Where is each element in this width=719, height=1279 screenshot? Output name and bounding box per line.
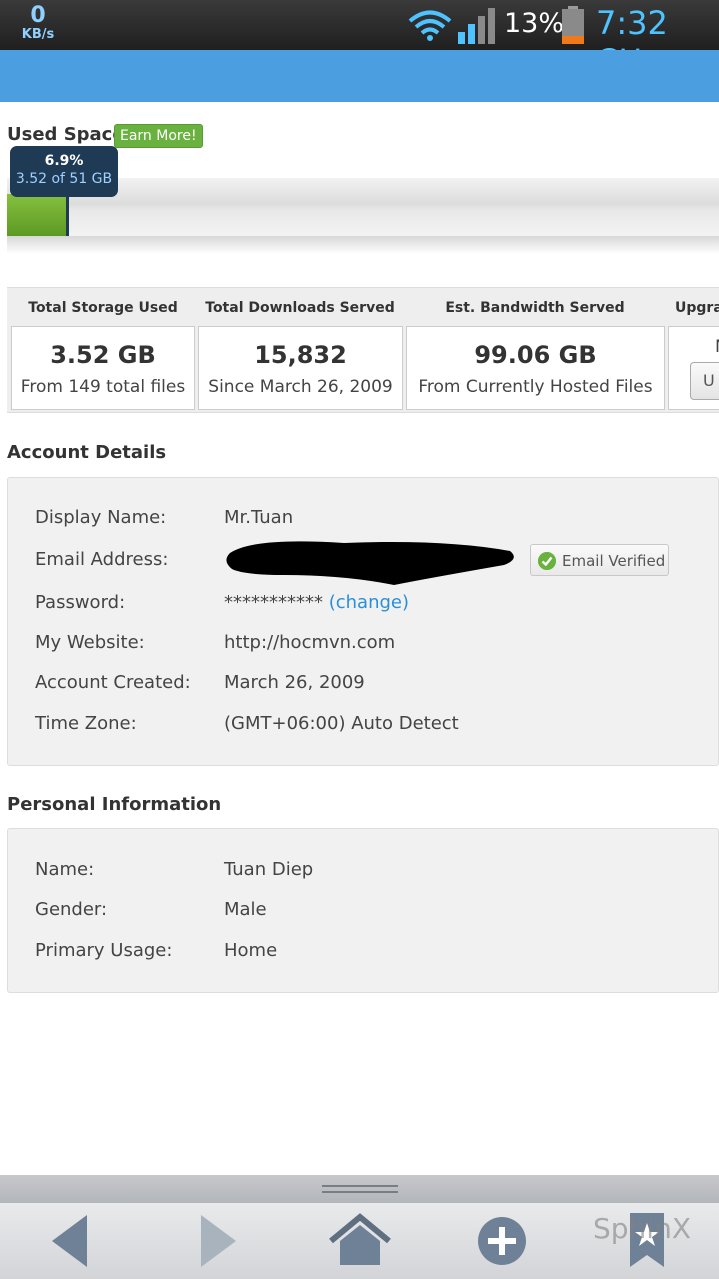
battery-icon <box>562 6 584 44</box>
stat-sub: From Currently Hosted Files <box>418 377 653 397</box>
email-verified-badge: Email Verified <box>530 544 669 576</box>
time-zone-label: Time Zone: <box>35 713 137 734</box>
stat-header-upgrade: Upgra <box>675 300 719 316</box>
used-space-title: Used Space <box>7 124 125 145</box>
storage-meter-fill <box>7 194 66 236</box>
back-icon[interactable] <box>34 1211 104 1271</box>
display-name-value: Mr.Tuan <box>224 507 294 528</box>
personal-info-panel <box>7 828 719 993</box>
watermark: SphinX <box>593 1212 691 1245</box>
personal-info-title: Personal Information <box>7 794 222 815</box>
name-label: Name: <box>35 859 95 880</box>
network-speed-unit: KB/s <box>21 27 55 42</box>
stat-header-bandwidth: Est. Bandwidth Served <box>445 300 625 316</box>
redacted-email <box>226 541 514 585</box>
gender-label: Gender: <box>35 899 108 920</box>
display-name-label: Display Name: <box>35 507 167 528</box>
forward-icon[interactable] <box>184 1211 254 1271</box>
status-bar: 0 KB/s 13% 7:32 CH <box>0 0 719 80</box>
earn-more-button[interactable]: Earn More! <box>114 124 203 148</box>
network-speed-value: 0 <box>30 3 46 28</box>
usage-amount: 3.52 of 51 GB <box>15 171 113 187</box>
site-header-bar <box>0 50 719 102</box>
check-icon <box>538 552 556 570</box>
stat-box-storage: 3.52 GB From 149 total files <box>11 326 195 410</box>
primary-usage-value: Home <box>224 940 278 961</box>
website-value: http://hocmvn.com <box>224 632 396 653</box>
account-details-title: Account Details <box>7 442 167 463</box>
stat-box-downloads: 15,832 Since March 26, 2009 <box>198 326 403 410</box>
website-label: My Website: <box>35 632 145 653</box>
grip-lines <box>322 1185 398 1193</box>
primary-usage-label: Primary Usage: <box>35 940 173 961</box>
stat-sub: Since March 26, 2009 <box>208 377 393 397</box>
home-icon[interactable] <box>325 1211 395 1271</box>
stat-value: N <box>715 337 719 357</box>
password-value: *********** (change) <box>224 592 409 613</box>
upgrade-button[interactable]: U <box>690 362 719 400</box>
stat-value: 3.52 GB <box>50 341 156 369</box>
storage-meter-shadow <box>7 236 719 254</box>
stat-value: 99.06 GB <box>474 341 597 369</box>
gender-value: Male <box>224 899 267 920</box>
storage-meter-edge <box>66 194 69 236</box>
usage-tooltip: 6.9% 3.52 of 51 GB <box>10 146 118 197</box>
stat-header-downloads: Total Downloads Served <box>205 300 395 316</box>
password-mask: *********** <box>224 592 323 613</box>
stats-strip: Total Storage Used Total Downloads Serve… <box>7 287 719 413</box>
account-created-value: March 26, 2009 <box>224 672 365 693</box>
time-zone-value: (GMT+06:00) Auto Detect <box>224 713 459 734</box>
new-tab-icon[interactable] <box>467 1211 537 1271</box>
password-label: Password: <box>35 592 126 613</box>
stat-sub: From 149 total files <box>20 377 186 397</box>
signal-icon <box>458 8 495 44</box>
usage-percent: 6.9% <box>44 153 84 169</box>
battery-percent: 13% <box>504 8 565 39</box>
network-speed: 0 KB/s <box>18 4 58 42</box>
stat-header-storage: Total Storage Used <box>28 300 178 316</box>
stat-value: 15,832 <box>254 341 347 369</box>
stat-box-bandwidth: 99.06 GB From Currently Hosted Files <box>406 326 665 410</box>
change-password-link[interactable]: (change) <box>329 592 409 613</box>
email-label: Email Address: <box>35 549 169 570</box>
wifi-icon <box>408 10 452 41</box>
toolbar-drag-handle[interactable] <box>0 1175 719 1203</box>
email-verified-label: Email Verified <box>562 552 666 570</box>
account-created-label: Account Created: <box>35 672 191 693</box>
name-value: Tuan Diep <box>224 859 314 880</box>
